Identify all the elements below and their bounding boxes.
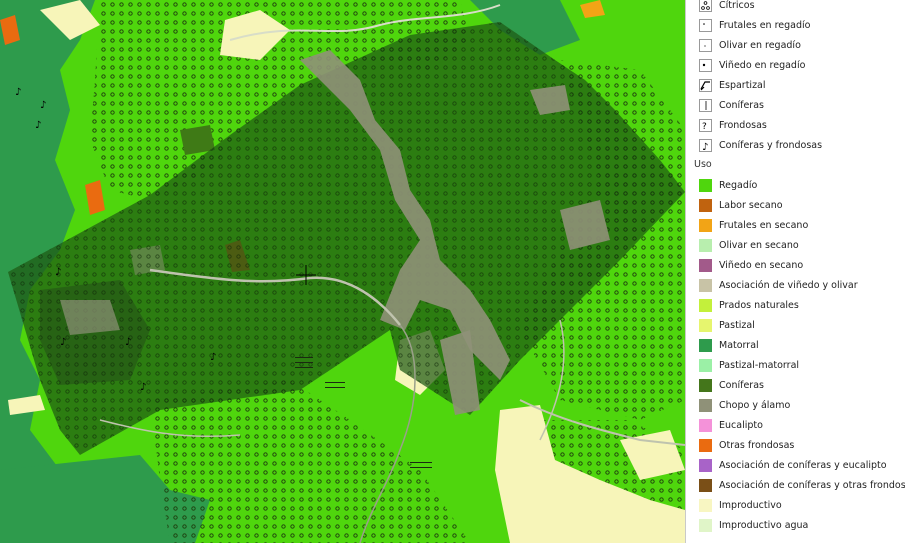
pattern-swatch — [699, 0, 712, 12]
legend-item: Viñedo en regadío — [686, 56, 905, 76]
svg-text:♪: ♪ — [140, 382, 146, 393]
legend-uso-title: Uso — [694, 159, 712, 170]
map-legend: Cítricos Frutales en regadío Olivar en reg… — [685, 0, 905, 543]
legend-label: Asociación de coníferas y eucalipto — [719, 460, 887, 471]
legend-item: Regadío — [686, 176, 905, 196]
legend-label: Frutales en secano — [719, 220, 809, 231]
legend-label: Espartizal — [719, 80, 766, 91]
legend-label: Matorral — [719, 340, 759, 351]
legend-label: Otras frondosas — [719, 440, 795, 451]
color-swatch — [699, 459, 712, 472]
legend-item: Asociación de viñedo y olivar — [686, 276, 905, 296]
legend-item: Prados naturales — [686, 296, 905, 316]
pattern-swatch — [699, 39, 712, 52]
color-swatch — [699, 419, 712, 432]
legend-item: Frutales en secano — [686, 216, 905, 236]
legend-item: Improductivo — [686, 496, 905, 516]
legend-label: Olivar en secano — [719, 240, 799, 251]
hatched-area — [295, 355, 313, 369]
legend-label: Pastizal — [719, 320, 755, 331]
color-swatch — [699, 279, 712, 292]
legend-label: Prados naturales — [719, 300, 799, 311]
hatched-area — [410, 460, 432, 472]
legend-label: Improductivo agua — [719, 520, 809, 531]
color-swatch — [699, 479, 712, 492]
pattern-swatch — [699, 19, 712, 32]
legend-item: Coníferas — [686, 96, 905, 116]
legend-label: Asociación de coníferas y otras frondosa… — [719, 480, 905, 491]
legend-label: Coníferas y frondosas — [719, 140, 823, 151]
color-swatch — [699, 519, 712, 532]
color-swatch — [699, 199, 712, 212]
color-swatch — [699, 219, 712, 232]
legend-item: Otras frondosas — [686, 436, 905, 456]
legend-label: Frutales en regadío — [719, 20, 811, 31]
pattern-swatch — [699, 59, 712, 72]
legend-item: ? Frondosas — [686, 116, 905, 136]
color-swatch — [699, 339, 712, 352]
legend-item: Chopo y álamo — [686, 396, 905, 416]
mixed-tree-icon: ♪ — [699, 139, 712, 152]
legend-label: Asociación de viñedo y olivar — [719, 280, 858, 291]
legend-item: Eucalipto — [686, 416, 905, 436]
legend-item: Improductivo agua — [686, 516, 905, 536]
legend-item: Viñedo en secano — [686, 256, 905, 276]
svg-text:?: ? — [702, 122, 707, 131]
svg-text:♪: ♪ — [60, 337, 66, 348]
legend-item: Espartizal — [686, 76, 905, 96]
color-swatch — [699, 299, 712, 312]
legend-item: Coníferas — [686, 376, 905, 396]
color-swatch — [699, 319, 712, 332]
legend-item: Pastizal — [686, 316, 905, 336]
legend-item: Matorral — [686, 336, 905, 356]
svg-text:♪: ♪ — [210, 352, 216, 363]
legend-label: Cítricos — [719, 0, 755, 11]
legend-label: Coníferas — [719, 380, 764, 391]
land-use-map[interactable]: ♪ ♪ ♪ ♪ ♪ ♪ ♪ ♪ — [0, 0, 685, 543]
svg-text:♪: ♪ — [40, 100, 46, 111]
svg-text:♪: ♪ — [125, 337, 131, 348]
legend-item: Labor secano — [686, 196, 905, 216]
legend-label: Viñedo en regadío — [719, 60, 806, 71]
legend-label: Eucalipto — [719, 420, 763, 431]
legend-label: Chopo y álamo — [719, 400, 791, 411]
legend-item: Frutales en regadío — [686, 16, 905, 36]
color-swatch — [699, 439, 712, 452]
color-swatch — [699, 179, 712, 192]
legend-label: Coníferas — [719, 100, 764, 111]
esparto-icon — [699, 79, 712, 92]
svg-text:♪: ♪ — [35, 120, 41, 131]
legend-item: Olivar en secano — [686, 236, 905, 256]
legend-label: Improductivo — [719, 500, 782, 511]
hatched-area — [325, 380, 345, 392]
legend-label: Regadío — [719, 180, 758, 191]
legend-label: Viñedo en secano — [719, 260, 804, 271]
color-swatch — [699, 499, 712, 512]
svg-text:♪: ♪ — [15, 87, 21, 98]
conifer-icon — [699, 99, 712, 112]
chopo-alamo-patch — [60, 300, 120, 335]
legend-item: Pastizal-matorral — [686, 356, 905, 376]
legend-item: ♪ Coníferas y frondosas — [686, 136, 905, 156]
color-swatch — [699, 239, 712, 252]
legend-item: Cítricos — [686, 0, 905, 16]
legend-item: Asociación de coníferas y otras frondosa… — [686, 476, 905, 496]
color-swatch — [699, 359, 712, 372]
legend-label: Pastizal-matorral — [719, 360, 800, 371]
legend-label: Olivar en regadío — [719, 40, 801, 51]
legend-label: Labor secano — [719, 200, 783, 211]
color-swatch — [699, 399, 712, 412]
svg-text:♪: ♪ — [702, 142, 708, 151]
legend-item: Olivar en regadío — [686, 36, 905, 56]
color-swatch — [699, 259, 712, 272]
color-swatch — [699, 379, 712, 392]
legend-label: Frondosas — [719, 120, 767, 131]
legend-item: Asociación de coníferas y eucalipto — [686, 456, 905, 476]
broadleaf-icon: ? — [699, 119, 712, 132]
svg-text:♪: ♪ — [55, 267, 61, 278]
